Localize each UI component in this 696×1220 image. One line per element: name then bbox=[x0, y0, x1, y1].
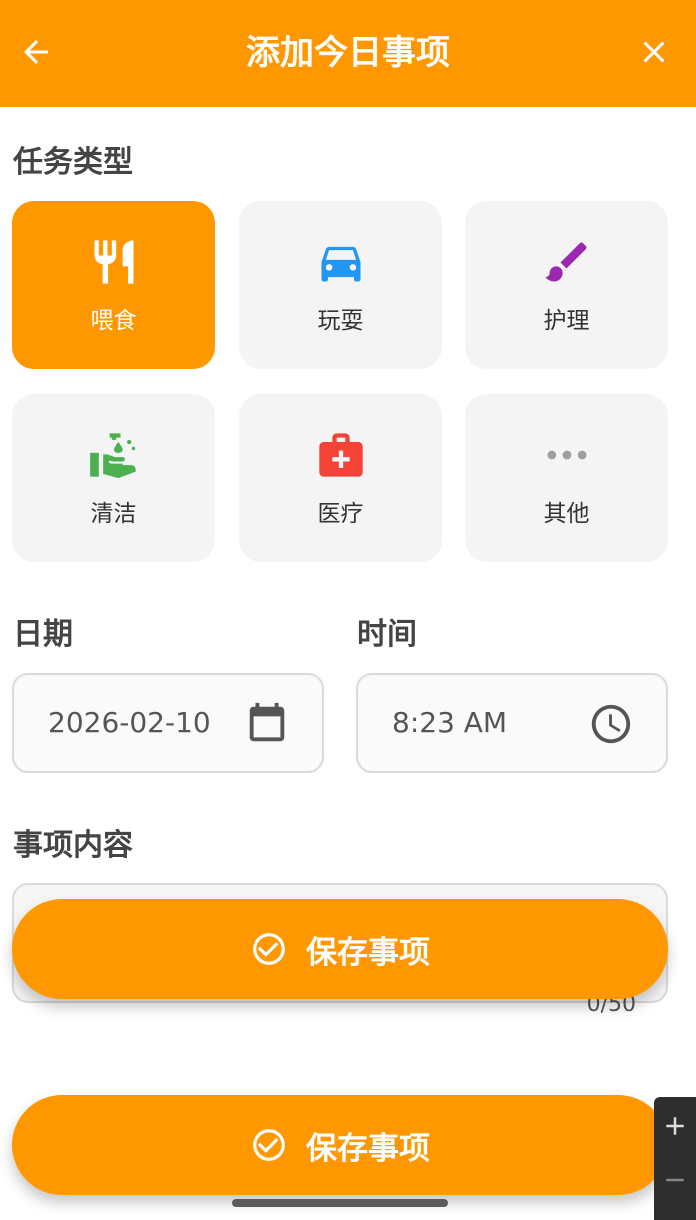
task-type-label-text: 玩耍 bbox=[317, 308, 364, 334]
check-circle-icon bbox=[253, 933, 285, 965]
medical-kit-icon bbox=[318, 433, 363, 477]
plus-icon bbox=[666, 1117, 684, 1135]
task-type-cleaning[interactable]: 清洁 bbox=[12, 394, 215, 562]
time-value: 8:23 AM bbox=[392, 706, 508, 739]
date-label: 日期 bbox=[13, 617, 73, 652]
calendar-icon bbox=[249, 702, 285, 742]
more-icon bbox=[547, 450, 586, 460]
toy-car-icon bbox=[321, 246, 360, 282]
minus-icon bbox=[666, 1178, 684, 1182]
date-field[interactable]: 2026-02-10 bbox=[12, 673, 324, 773]
zoom-control bbox=[654, 1097, 696, 1220]
task-type-medical[interactable]: 医疗 bbox=[239, 394, 442, 562]
close-icon bbox=[643, 41, 665, 63]
hand-wash-icon bbox=[89, 433, 136, 479]
task-type-other[interactable]: 其他 bbox=[465, 394, 668, 562]
task-type-care[interactable]: 护理 bbox=[465, 201, 668, 369]
utensils-icon bbox=[94, 240, 133, 284]
content-label: 事项内容 bbox=[13, 828, 133, 863]
zoom-out-button[interactable] bbox=[654, 1155, 696, 1205]
task-type-play[interactable]: 玩耍 bbox=[239, 201, 442, 369]
close-button[interactable] bbox=[632, 30, 676, 74]
time-label: 时间 bbox=[357, 617, 417, 652]
page-title: 添加今日事项 bbox=[246, 33, 450, 73]
home-indicator bbox=[232, 1199, 448, 1207]
clock-icon bbox=[591, 704, 631, 744]
task-type-label-text: 医疗 bbox=[317, 501, 364, 527]
task-type-label-text: 其他 bbox=[543, 501, 590, 527]
zoom-in-button[interactable] bbox=[654, 1101, 696, 1151]
app-header: 添加今日事项 bbox=[0, 0, 696, 107]
save-button-bottom[interactable]: 保存事项 bbox=[12, 1095, 668, 1195]
save-button-label: 保存事项 bbox=[306, 1130, 430, 1167]
task-type-feeding[interactable]: 喂食 bbox=[12, 201, 215, 369]
save-button-label: 保存事项 bbox=[306, 934, 430, 971]
save-button-floating[interactable]: 保存事项 bbox=[12, 899, 668, 999]
task-type-label-text: 喂食 bbox=[90, 308, 137, 334]
brush-icon bbox=[544, 242, 587, 282]
task-type-label: 任务类型 bbox=[13, 145, 133, 180]
task-type-label-text: 清洁 bbox=[90, 501, 137, 527]
date-value: 2026-02-10 bbox=[48, 706, 211, 739]
task-type-label-text: 护理 bbox=[543, 308, 590, 334]
time-field[interactable]: 8:23 AM bbox=[356, 673, 668, 773]
check-circle-icon bbox=[253, 1129, 285, 1161]
